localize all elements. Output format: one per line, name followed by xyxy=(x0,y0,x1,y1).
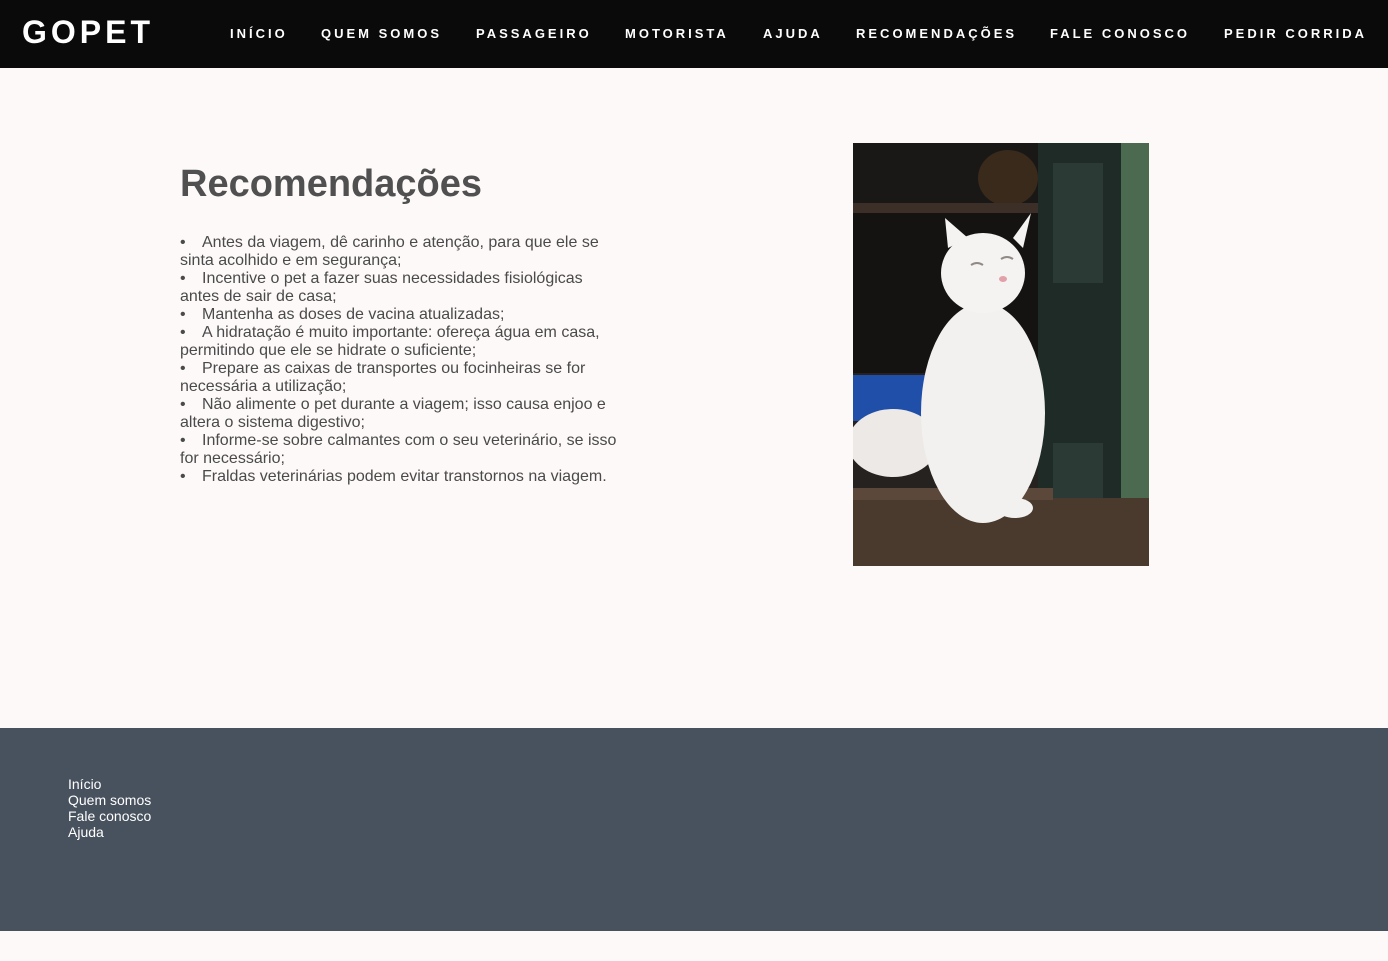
list-item-text: Antes da viagem, dê carinho e atenção, p… xyxy=(180,234,599,269)
list-item: • Incentive o pet a fazer suas necessidad… xyxy=(180,270,620,306)
nav-item-quem-somos[interactable]: QUEM SOMOS xyxy=(321,26,442,41)
footer-link-inicio[interactable]: Início xyxy=(68,776,151,792)
bullet-icon: • xyxy=(180,396,186,413)
white-cat-illustration xyxy=(853,143,1149,566)
page-title: Recomendações xyxy=(180,163,483,205)
list-item: • A hidratação é muito importante: ofereç… xyxy=(180,324,620,360)
list-item: • Mantenha as doses de vacina atualizadas… xyxy=(180,306,620,324)
list-item: • Não alimente o pet durante a viagem; is… xyxy=(180,396,620,432)
top-navbar: GOPET INÍCIO QUEM SOMOS PASSAGEIRO MOTOR… xyxy=(0,0,1388,68)
list-item: • Fraldas veterinárias podem evitar trans… xyxy=(180,468,620,486)
bullet-icon: • xyxy=(180,432,186,449)
recommendations-list: • Antes da viagem, dê carinho e atenção, … xyxy=(180,234,620,486)
bullet-icon: • xyxy=(180,360,186,377)
footer-nav: Início Quem somos Fale conosco Ajuda xyxy=(68,776,151,840)
nav-item-passageiro[interactable]: PASSAGEIRO xyxy=(476,26,592,41)
list-item-text: Não alimente o pet durante a viagem; iss… xyxy=(180,396,606,431)
recommendations-section: Recomendações • Antes da viagem, dê carin… xyxy=(180,160,620,486)
nav-item-recomendacoes[interactable]: RECOMENDAÇÕES xyxy=(856,26,1017,41)
nav-item-inicio[interactable]: INÍCIO xyxy=(230,26,288,41)
nav-item-pedir-corrida[interactable]: PEDIR CORRIDA xyxy=(1224,26,1367,41)
bullet-icon: • xyxy=(180,468,186,485)
footer: Início Quem somos Fale conosco Ajuda xyxy=(0,728,1388,931)
nav-item-motorista[interactable]: MOTORISTA xyxy=(625,26,729,41)
list-item: • Antes da viagem, dê carinho e atenção, … xyxy=(180,234,620,270)
footer-link-fale-conosco[interactable]: Fale conosco xyxy=(68,808,151,824)
brand-logo[interactable]: GOPET xyxy=(22,14,154,51)
list-item-text: Informe-se sobre calmantes com o seu vet… xyxy=(180,432,617,467)
list-item: • Prepare as caixas de transportes ou foc… xyxy=(180,360,620,396)
list-item-text: Prepare as caixas de transportes ou foci… xyxy=(180,360,586,395)
bullet-icon: • xyxy=(180,234,186,251)
list-item-text: Mantenha as doses de vacina atualizadas; xyxy=(202,306,505,323)
bullet-icon: • xyxy=(180,324,186,341)
list-item-text: A hidratação é muito importante: ofereça… xyxy=(180,324,600,359)
nav-item-fale-conosco[interactable]: FALE CONOSCO xyxy=(1050,26,1190,41)
white-cat-photo xyxy=(853,143,1149,566)
list-item: • Informe-se sobre calmantes com o seu ve… xyxy=(180,432,620,468)
footer-link-quem-somos[interactable]: Quem somos xyxy=(68,792,151,808)
list-item-text: Fraldas veterinárias podem evitar transt… xyxy=(202,468,607,485)
nav-item-ajuda[interactable]: AJUDA xyxy=(763,26,823,41)
bullet-icon: • xyxy=(180,306,186,323)
footer-link-ajuda[interactable]: Ajuda xyxy=(68,824,151,840)
list-item-text: Incentive o pet a fazer suas necessidade… xyxy=(180,270,583,305)
bullet-icon: • xyxy=(180,270,186,287)
